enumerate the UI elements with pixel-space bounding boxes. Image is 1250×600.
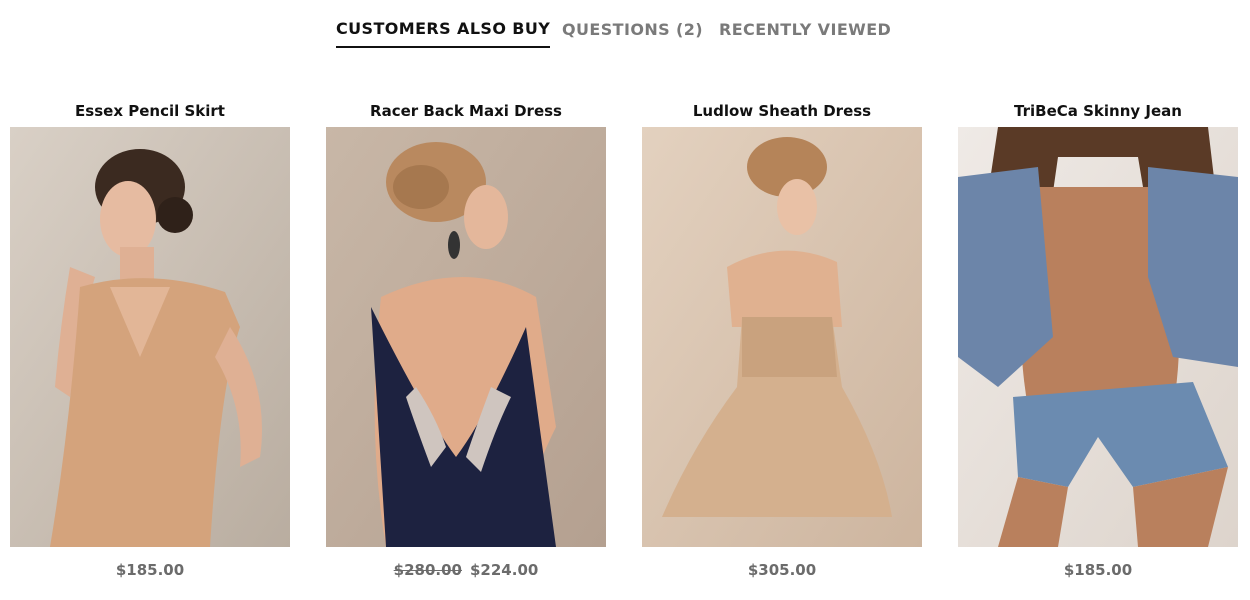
product-price: $185.00: [115, 561, 185, 579]
price-row: $185.00: [10, 561, 290, 579]
product-image[interactable]: [326, 127, 606, 547]
product-image[interactable]: [642, 127, 922, 547]
product-name-link[interactable]: Ludlow Sheath Dress: [642, 100, 922, 122]
price-row: $305.00: [642, 561, 922, 579]
product-card: Racer Back Maxi Dress $280.00 $224.00: [326, 100, 606, 579]
product-name-link[interactable]: Racer Back Maxi Dress: [326, 100, 606, 122]
tab-customers-also-buy[interactable]: CUSTOMERS ALSO BUY: [336, 19, 551, 48]
product-tabs: CUSTOMERS ALSO BUY QUESTIONS (2) RECENTL…: [0, 16, 1250, 56]
price-row: $185.00: [958, 561, 1238, 579]
price-row: $280.00 $224.00: [326, 561, 606, 579]
product-name-link[interactable]: Essex Pencil Skirt: [10, 100, 290, 122]
product-card: Ludlow Sheath Dress $305.00: [642, 100, 922, 579]
product-image[interactable]: [10, 127, 290, 547]
product-name-link[interactable]: TriBeCa Skinny Jean: [958, 100, 1238, 122]
tab-recently-viewed[interactable]: RECENTLY VIEWED: [719, 20, 891, 47]
sale-price: $224.00: [470, 561, 539, 579]
tab-questions[interactable]: QUESTIONS (2): [562, 20, 703, 47]
product-card: TriBeCa Skinny Jean $185.00: [958, 100, 1238, 579]
product-card: Essex Pencil Skirt $185.00: [10, 100, 290, 579]
original-price: $280.00: [393, 561, 462, 579]
product-price: $305.00: [747, 561, 817, 579]
product-image[interactable]: [958, 127, 1238, 547]
product-price: $185.00: [1063, 561, 1133, 579]
